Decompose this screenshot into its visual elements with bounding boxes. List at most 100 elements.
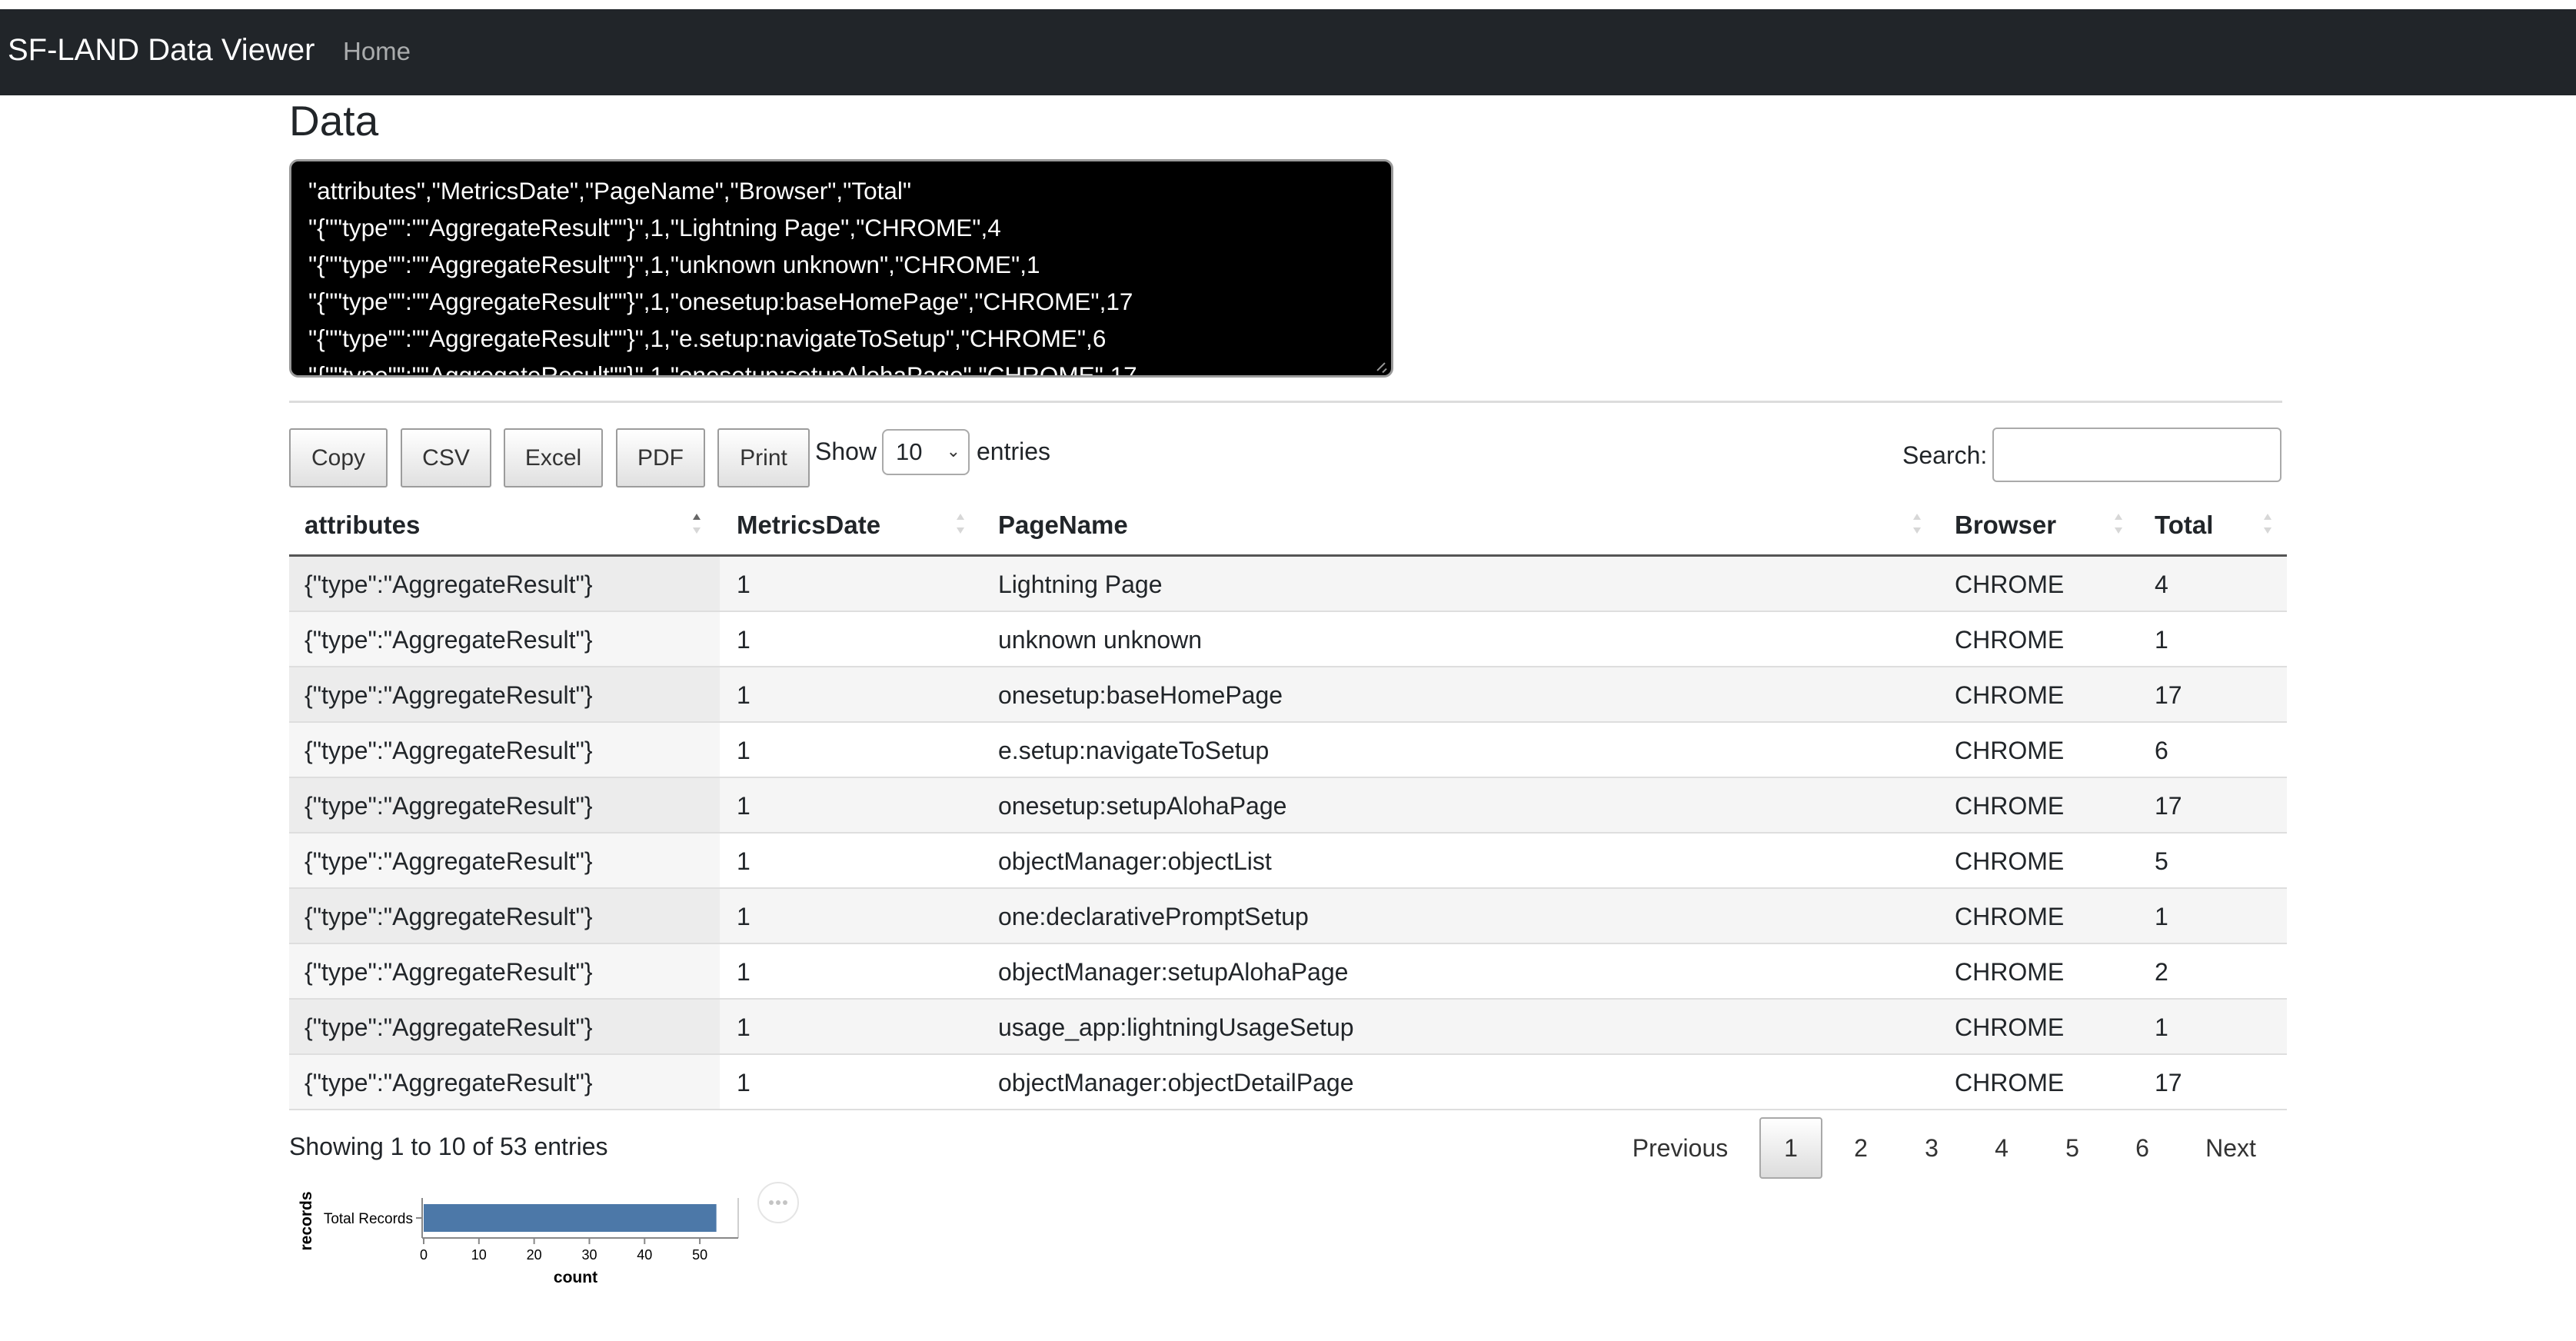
cell-browser: CHROME: [1955, 1069, 2065, 1096]
cell-pagename: e.setup:navigateToSetup: [998, 737, 1270, 764]
x-tick-label: 50: [692, 1247, 707, 1263]
search-label: Search:: [1902, 441, 1988, 469]
cell-attributes: {"type":"AggregateResult"}: [305, 571, 593, 598]
cell-pagename: Lightning Page: [998, 571, 1163, 598]
cell-total: 1: [2155, 1013, 2168, 1041]
page-length-select[interactable]: 10 ⌄: [882, 429, 970, 475]
cell-pagename: usage_app:lightningUsageSetup: [998, 1013, 1354, 1041]
cell-metricsdate: 1: [737, 847, 751, 875]
csv-line: "{""type"":""AggregateResult""}",1,"ones…: [308, 288, 1133, 315]
cell-browser: CHROME: [1955, 847, 2065, 875]
column-header-attributes[interactable]: attributes: [305, 511, 420, 540]
cell-metricsdate: 1: [737, 626, 751, 654]
cell-pagename: onesetup:setupAlohaPage: [998, 792, 1287, 820]
table-row[interactable]: {"type":"AggregateResult"} 1 objectManager…: [289, 834, 2287, 889]
page-title: Data: [289, 97, 379, 145]
cell-attributes: {"type":"AggregateResult"}: [305, 1069, 593, 1096]
cell-metricsdate: 1: [737, 792, 751, 820]
sort-icon[interactable]: [955, 512, 967, 537]
cell-pagename: objectManager:objectDetailPage: [998, 1069, 1354, 1096]
cell-attributes: {"type":"AggregateResult"}: [305, 1013, 593, 1041]
navbar: SF-LAND Data Viewer Home: [0, 9, 2576, 95]
table-row[interactable]: {"type":"AggregateResult"} 1 Lightning Pag…: [289, 557, 2287, 612]
cell-attributes: {"type":"AggregateResult"}: [305, 792, 593, 820]
cell-attributes: {"type":"AggregateResult"}: [305, 626, 593, 654]
pagination-page-1[interactable]: 1: [1759, 1117, 1822, 1179]
cell-browser: CHROME: [1955, 681, 2065, 709]
pagination-page-2[interactable]: 2: [1829, 1117, 1892, 1179]
csv-line: "{""type"":""AggregateResult""}",1,"Ligh…: [308, 214, 1001, 241]
x-tick-label: 10: [471, 1247, 487, 1263]
table-row[interactable]: {"type":"AggregateResult"} 1 one:declarati…: [289, 889, 2287, 944]
table-row[interactable]: {"type":"AggregateResult"} 1 objectManager…: [289, 1055, 2287, 1110]
pagination-page-5[interactable]: 5: [2041, 1117, 2104, 1179]
bar: [424, 1204, 717, 1232]
chevron-down-icon: ⌄: [946, 441, 960, 461]
excel-button[interactable]: Excel: [504, 428, 603, 487]
table-row[interactable]: {"type":"AggregateResult"} 1 e.setup:navig…: [289, 723, 2287, 778]
pagination-previous[interactable]: Previous: [1622, 1117, 1738, 1179]
table-row[interactable]: {"type":"AggregateResult"} 1 onesetup:base…: [289, 667, 2287, 723]
table-row[interactable]: {"type":"AggregateResult"} 1 unknown unkno…: [289, 612, 2287, 667]
table-info: Showing 1 to 10 of 53 entries: [289, 1133, 608, 1160]
pagination-page-3[interactable]: 3: [1900, 1117, 1963, 1179]
pagination-page-4[interactable]: 4: [1970, 1117, 2033, 1179]
cell-total: 2: [2155, 958, 2168, 986]
column-header-pagename[interactable]: PageName: [998, 511, 1128, 540]
cell-total: 5: [2155, 847, 2168, 875]
sort-icon[interactable]: [2262, 512, 2275, 537]
copy-button[interactable]: Copy: [289, 428, 388, 487]
cell-attributes: {"type":"AggregateResult"}: [305, 681, 593, 709]
pdf-button[interactable]: PDF: [616, 428, 705, 487]
cell-total: 17: [2155, 792, 2182, 820]
cell-metricsdate: 1: [737, 571, 751, 598]
cell-browser: CHROME: [1955, 903, 2065, 930]
entries-label: entries: [977, 438, 1051, 465]
column-header-total[interactable]: Total: [2155, 511, 2213, 540]
resize-grip-icon[interactable]: [1376, 360, 1388, 372]
cell-pagename: objectManager:objectList: [998, 847, 1272, 875]
data-table: attributes MetricsDate PageName Browser …: [289, 500, 2287, 1110]
cell-metricsdate: 1: [737, 681, 751, 709]
cell-browser: CHROME: [1955, 958, 2065, 986]
show-label: Show: [815, 438, 877, 465]
cell-pagename: one:declarativePromptSetup: [998, 903, 1309, 930]
cell-metricsdate: 1: [737, 1013, 751, 1041]
more-horizontal-icon[interactable]: [757, 1182, 799, 1223]
print-button[interactable]: Print: [717, 428, 810, 487]
table-row[interactable]: {"type":"AggregateResult"} 1 usage_app:lig…: [289, 1000, 2287, 1055]
cell-total: 4: [2155, 571, 2168, 598]
sort-icon[interactable]: [2113, 512, 2125, 537]
csv-textarea[interactable]: "attributes","MetricsDate","PageName","B…: [289, 159, 1393, 378]
table-body: {"type":"AggregateResult"} 1 Lightning Pag…: [289, 557, 2287, 1110]
table-row[interactable]: {"type":"AggregateResult"} 1 onesetup:setu…: [289, 778, 2287, 834]
navbar-brand[interactable]: SF-LAND Data Viewer: [8, 33, 315, 68]
cell-pagename: objectManager:setupAlohaPage: [998, 958, 1349, 986]
cell-total: 17: [2155, 681, 2182, 709]
cell-attributes: {"type":"AggregateResult"}: [305, 958, 593, 986]
cell-attributes: {"type":"AggregateResult"}: [305, 737, 593, 764]
cell-pagename: onesetup:baseHomePage: [998, 681, 1283, 709]
records-bar-chart: Total Records 0 10 20 30 40 50 count records: [298, 1191, 739, 1286]
cell-attributes: {"type":"AggregateResult"}: [305, 847, 593, 875]
cell-total: 6: [2155, 737, 2168, 764]
cell-browser: CHROME: [1955, 626, 2065, 654]
nav-home-link[interactable]: Home: [343, 37, 411, 66]
search-input[interactable]: [1992, 428, 2281, 482]
sort-icon[interactable]: [1912, 512, 1924, 537]
csv-button[interactable]: CSV: [401, 428, 491, 487]
x-tick-label: 20: [527, 1247, 542, 1263]
sort-ascending-icon[interactable]: [691, 512, 704, 537]
pagination-next[interactable]: Next: [2185, 1117, 2276, 1179]
pagination-page-6[interactable]: 6: [2111, 1117, 2174, 1179]
cell-browser: CHROME: [1955, 571, 2065, 598]
cell-metricsdate: 1: [737, 903, 751, 930]
cell-browser: CHROME: [1955, 737, 2065, 764]
cell-metricsdate: 1: [737, 1069, 751, 1096]
cell-total: 1: [2155, 626, 2168, 654]
column-header-metricsdate[interactable]: MetricsDate: [737, 511, 880, 540]
table-row[interactable]: {"type":"AggregateResult"} 1 objectManager…: [289, 944, 2287, 1000]
column-header-browser[interactable]: Browser: [1955, 511, 2056, 540]
cell-total: 1: [2155, 903, 2168, 930]
cell-attributes: {"type":"AggregateResult"}: [305, 903, 593, 930]
